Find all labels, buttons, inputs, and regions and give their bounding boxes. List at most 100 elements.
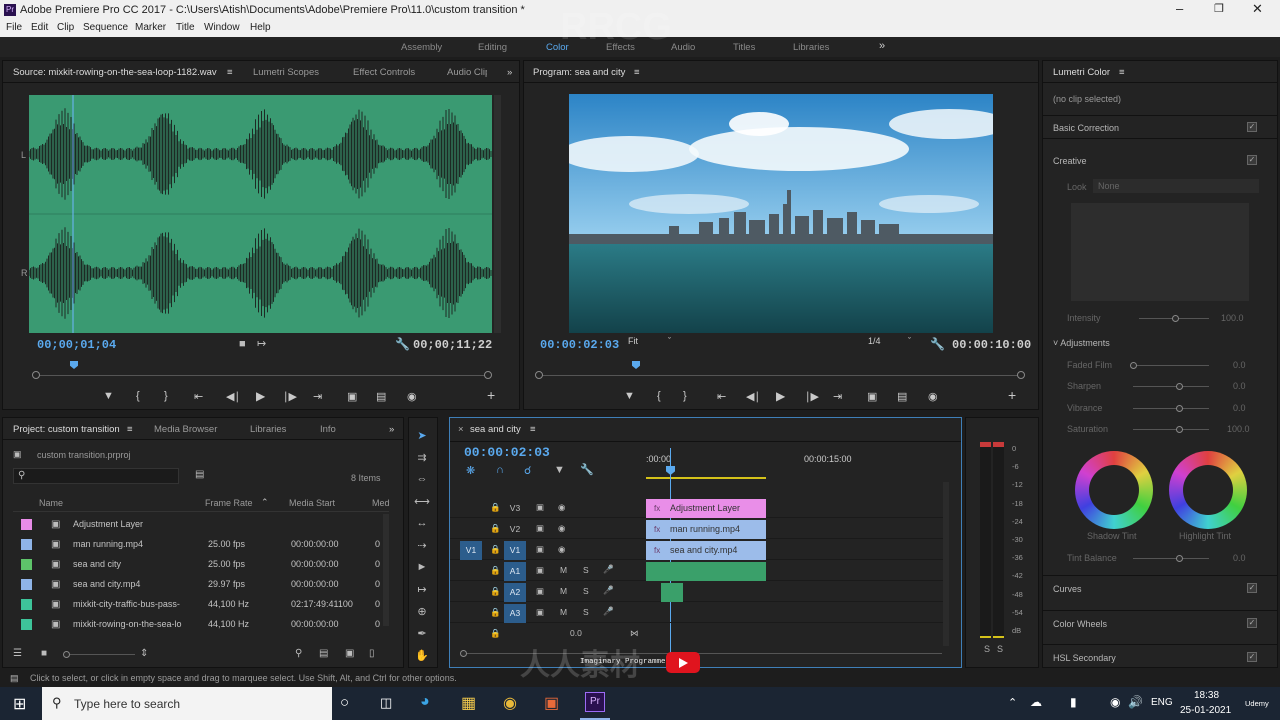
project-item-row[interactable]: ▣ sea and city.mp4 29.97 fps 00:00:00:00 0 xyxy=(13,574,389,594)
work-area-bar[interactable] xyxy=(646,477,766,479)
insert-icon[interactable]: ▣ xyxy=(347,390,357,403)
solo-button[interactable]: S xyxy=(583,607,589,617)
timeline-current-timecode[interactable]: 00:00:02:03 xyxy=(464,445,550,460)
timeline-clip[interactable]: Adjustment Layer fx xyxy=(646,499,766,518)
clock-date[interactable]: 25-01-2021 xyxy=(1180,705,1231,716)
pen-tool-icon[interactable]: ✒ xyxy=(409,627,435,640)
slip-tool-icon[interactable]: ⇢ xyxy=(409,539,435,552)
section-color-wheels[interactable]: Color Wheels ✓ xyxy=(1043,610,1277,634)
vibrance-slider[interactable] xyxy=(1133,405,1209,412)
intensity-value[interactable]: 100.0 xyxy=(1221,313,1244,323)
hsl-secondary-checkbox[interactable]: ✓ xyxy=(1247,652,1257,662)
windows-start-icon[interactable]: ⊞ xyxy=(13,694,26,714)
resolution-dropdown[interactable]: 1/4 ˇ xyxy=(868,336,918,350)
taskbar-search-input[interactable]: ⚲ Type here to search xyxy=(42,687,332,720)
sync-lock-icon[interactable]: ▣ xyxy=(536,502,544,513)
menu-edit[interactable]: Edit xyxy=(31,22,48,33)
file-explorer-icon[interactable]: ▦ xyxy=(461,693,476,713)
slide-tool-icon[interactable]: ↦ xyxy=(409,583,435,596)
network-icon[interactable]: ◉ xyxy=(1110,695,1120,709)
menu-help[interactable]: Help xyxy=(250,22,271,33)
play-icon[interactable]: ▶ xyxy=(256,389,265,403)
mute-button[interactable]: M xyxy=(560,565,567,575)
voiceover-icon[interactable]: 🎤 xyxy=(603,585,614,596)
menu-sequence[interactable]: Sequence xyxy=(83,22,128,33)
source-playhead[interactable] xyxy=(70,361,78,369)
section-creative[interactable]: Creative ✓ xyxy=(1043,149,1277,173)
step-back-icon[interactable]: ◀∣ xyxy=(746,390,760,403)
color-wheels-checkbox[interactable]: ✓ xyxy=(1247,618,1257,628)
label-color-swatch[interactable] xyxy=(21,579,32,590)
tab-libraries[interactable]: Libraries xyxy=(250,424,286,435)
snap-icon[interactable]: ∩ xyxy=(496,464,504,476)
workspace-editing[interactable]: Editing xyxy=(478,42,507,53)
track-target-a3[interactable]: A3 xyxy=(504,604,526,623)
project-vertical-scrollbar[interactable] xyxy=(383,514,389,626)
timeline-clip[interactable]: sea and city.mp4 fx xyxy=(646,541,766,560)
intensity-slider[interactable] xyxy=(1139,315,1209,322)
project-search-input[interactable]: ⚲ xyxy=(13,468,179,484)
add-marker-icon[interactable]: ▼ xyxy=(554,464,565,476)
sync-lock-icon[interactable]: ▣ xyxy=(536,607,544,618)
clock-time[interactable]: 18:38 xyxy=(1194,690,1219,701)
sequence-menu-icon[interactable]: ≡ xyxy=(530,424,536,435)
menu-window[interactable]: Window xyxy=(204,22,240,33)
track-target-v3[interactable]: V3 xyxy=(504,499,526,518)
settings-icon[interactable]: ■ xyxy=(239,338,246,350)
eye-icon[interactable]: ◉ xyxy=(558,544,565,555)
workspace-titles[interactable]: Titles xyxy=(733,42,755,53)
step-forward-icon[interactable]: ∣▶ xyxy=(283,390,297,403)
creative-checkbox[interactable]: ✓ xyxy=(1247,155,1257,165)
timeline-clip[interactable]: man running.mp4 fx xyxy=(646,520,766,539)
adjustments-header[interactable]: ˅ Adjustments xyxy=(1053,338,1110,348)
section-hsl-secondary[interactable]: HSL Secondary ✓ xyxy=(1043,644,1277,666)
lock-icon[interactable]: 🔒 xyxy=(490,523,501,534)
close-button[interactable]: ✕ xyxy=(1252,1,1263,17)
extract-icon[interactable]: ▤ xyxy=(897,390,907,403)
program-playhead[interactable] xyxy=(632,361,640,369)
mark-in-icon[interactable]: { xyxy=(136,390,140,402)
overwrite-icon[interactable]: ▤ xyxy=(376,390,386,403)
office-icon[interactable]: ▣ xyxy=(544,693,559,713)
column-media-end[interactable]: Med xyxy=(372,498,390,508)
tab-program[interactable]: Program: sea and city xyxy=(533,67,625,78)
tint-balance-value[interactable]: 0.0 xyxy=(1233,553,1246,563)
premiere-taskbar-icon[interactable]: Pr xyxy=(585,692,605,712)
saturation-slider[interactable] xyxy=(1133,426,1209,433)
menu-marker[interactable]: Marker xyxy=(135,22,166,33)
icon-view-icon[interactable]: ■ xyxy=(41,648,47,659)
track-select-tool-icon[interactable]: ⇉ xyxy=(409,451,435,464)
sync-lock-icon[interactable]: ▣ xyxy=(536,544,544,555)
sort-ascending-icon[interactable]: ⌃ xyxy=(261,497,269,508)
export-frame-icon[interactable]: ◉ xyxy=(407,390,417,403)
linked-selection-icon[interactable]: ☌ xyxy=(524,464,531,477)
source-patch-v1[interactable]: V1 xyxy=(460,541,482,560)
drag-audio-icon[interactable]: ↦ xyxy=(257,337,266,350)
sharpen-slider[interactable] xyxy=(1133,383,1209,390)
youtube-play-icon[interactable] xyxy=(666,652,700,673)
nest-icon[interactable]: ❋ xyxy=(466,464,475,477)
tray-apps-icon[interactable]: ☁ xyxy=(1030,695,1042,709)
minimize-button[interactable]: – xyxy=(1176,1,1183,16)
eye-icon[interactable]: ◉ xyxy=(558,502,565,513)
label-color-swatch[interactable] xyxy=(21,539,32,550)
time-ruler[interactable]: :00:00 00:00:15:00 xyxy=(646,450,946,480)
export-frame-icon[interactable]: ◉ xyxy=(928,390,938,403)
task-view-icon[interactable]: ◫ xyxy=(380,695,392,711)
menu-file[interactable]: File xyxy=(6,22,22,33)
tab-source[interactable]: Source: mixkit-rowing-on-the-sea-loop-11… xyxy=(13,67,217,78)
panel-menu-icon[interactable]: ≡ xyxy=(227,67,233,78)
program-scrub-bar[interactable] xyxy=(535,371,1025,379)
battery-icon[interactable]: ▮ xyxy=(1070,695,1077,709)
rate-stretch-tool-icon[interactable]: ↔ xyxy=(409,517,435,529)
timeline-settings-icon[interactable]: 🔧 xyxy=(580,463,594,476)
section-curves[interactable]: Curves ✓ xyxy=(1043,575,1277,599)
look-preview[interactable] xyxy=(1071,203,1249,301)
pen-anchor-tool-icon[interactable]: ⊕ xyxy=(409,605,435,618)
lift-icon[interactable]: ▣ xyxy=(867,390,877,403)
highlight-tint-wheel[interactable] xyxy=(1169,451,1247,529)
chrome-icon[interactable]: ◉ xyxy=(503,693,517,713)
solo-right-button[interactable]: S xyxy=(997,644,1003,654)
audio-clip[interactable] xyxy=(646,562,766,581)
project-item-row[interactable]: ▣ mixkit-rowing-on-the-sea-lo 44,100 Hz 00:… xyxy=(13,614,389,634)
